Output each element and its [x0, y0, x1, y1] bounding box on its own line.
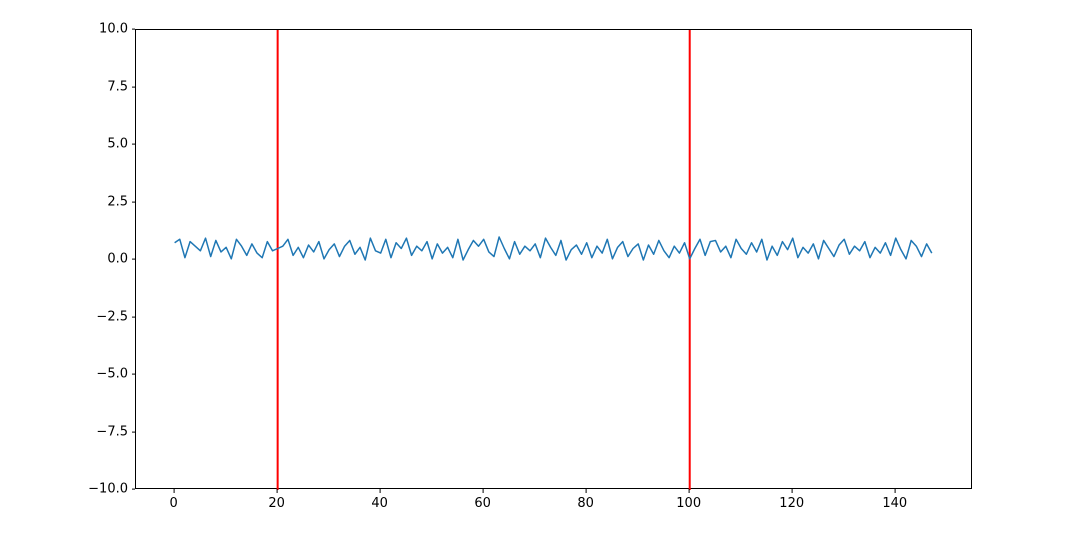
y-tick-mark — [132, 201, 136, 202]
y-tick-mark — [132, 316, 136, 317]
y-tick-label: 5.0 — [68, 137, 128, 152]
y-tick-mark — [132, 489, 136, 490]
figure: −10.0 −7.5 −5.0 −2.5 0.0 2.5 5.0 7.5 10.0 0 20 40 6… — [0, 0, 1080, 540]
y-tick-label: 7.5 — [68, 79, 128, 94]
x-tick-label: 0 — [169, 496, 177, 511]
plot-axes — [135, 29, 972, 489]
vline-layer — [278, 30, 690, 490]
x-tick-label: 40 — [371, 496, 388, 511]
y-tick-label: −10.0 — [68, 482, 128, 497]
x-tick-label: 80 — [577, 496, 594, 511]
y-tick-mark — [132, 259, 136, 260]
x-tick-label: 120 — [779, 496, 804, 511]
series-layer — [175, 237, 932, 260]
x-tick-mark — [585, 489, 586, 493]
y-tick-label: 2.5 — [68, 194, 128, 209]
y-tick-label: 0.0 — [68, 252, 128, 267]
x-tick-mark — [482, 489, 483, 493]
x-tick-label: 140 — [882, 496, 907, 511]
x-tick-mark — [688, 489, 689, 493]
x-tick-mark — [791, 489, 792, 493]
line-series — [175, 237, 932, 260]
y-tick-label: −2.5 — [68, 309, 128, 324]
y-tick-mark — [132, 29, 136, 30]
x-tick-label: 100 — [676, 496, 701, 511]
y-tick-label: −5.0 — [68, 367, 128, 382]
x-tick-mark — [379, 489, 380, 493]
x-tick-label: 20 — [268, 496, 285, 511]
x-tick-mark — [276, 489, 277, 493]
y-tick-label: 10.0 — [68, 22, 128, 37]
x-tick-mark — [894, 489, 895, 493]
x-tick-label: 60 — [474, 496, 491, 511]
y-tick-mark — [132, 86, 136, 87]
x-tick-mark — [173, 489, 174, 493]
plot-svg — [136, 30, 973, 490]
y-tick-label: −7.5 — [68, 424, 128, 439]
y-tick-mark — [132, 144, 136, 145]
y-tick-mark — [132, 374, 136, 375]
y-tick-mark — [132, 431, 136, 432]
